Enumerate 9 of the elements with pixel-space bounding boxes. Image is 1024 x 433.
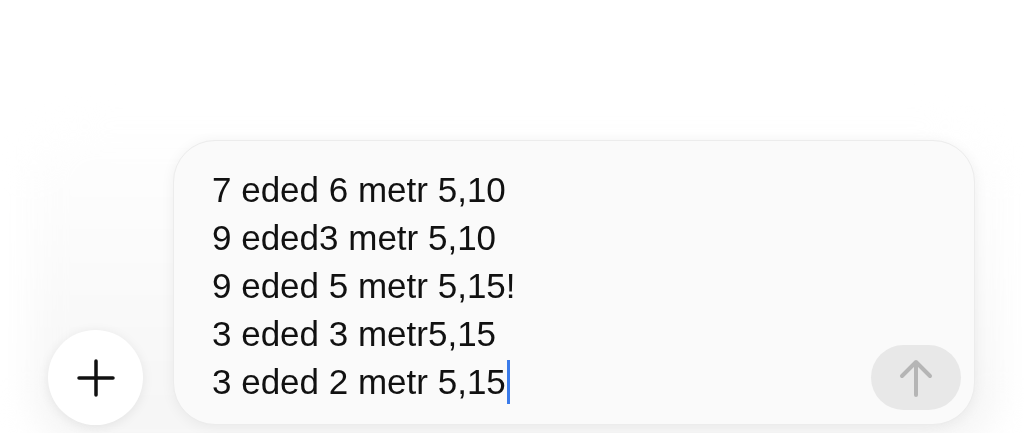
message-field[interactable]: 7 eded 6 metr 5,10 9 eded3 metr 5,10 9 eded 5 metr 5,15! 3 eded 3 metr5,15 3 eded 2 metr 5,15 (173, 140, 975, 425)
message-line: 9 eded3 metr 5,10 (212, 217, 497, 259)
message-line: 7 eded 6 metr 5,10 (212, 169, 506, 211)
message-line: 3 eded 3 metr5,15 (212, 313, 497, 355)
message-line: 9 eded 5 metr 5,15! (212, 265, 516, 307)
text-cursor (506, 360, 510, 404)
up-arrow-icon (899, 358, 933, 397)
plus-icon (76, 358, 115, 397)
message-line: 3 eded 2 metr 5,15 (212, 361, 506, 403)
